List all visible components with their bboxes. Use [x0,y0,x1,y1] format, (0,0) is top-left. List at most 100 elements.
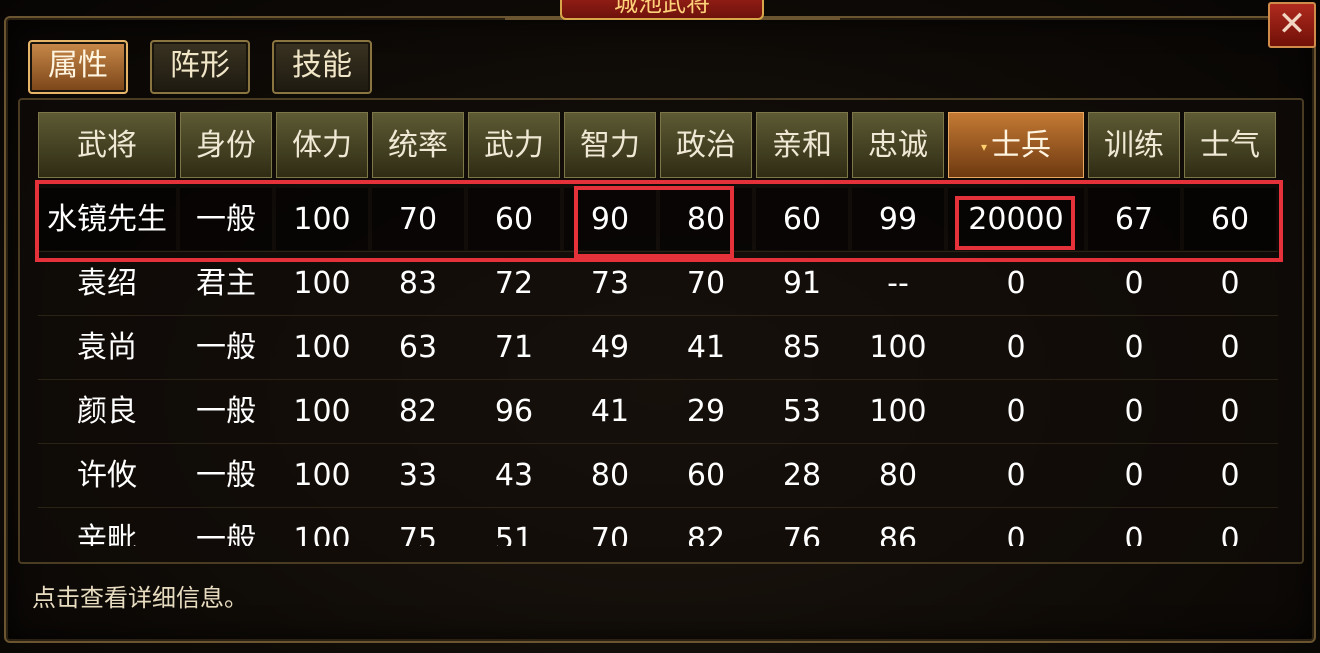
cell-identity: 君主 [196,266,256,301]
cell-stamina: 100 [293,522,351,546]
header-training[interactable]: 训练 [1088,112,1180,178]
table-row[interactable]: 袁绍 君主 100 83 72 73 70 91 -- 0 0 0 [38,252,1278,316]
cell-leadership: 75 [398,522,438,546]
tab-attributes[interactable]: 属性 [28,40,128,94]
hint-text: 点击查看详细信息。 [32,584,248,612]
tab-formation[interactable]: 阵形 [150,40,250,94]
cell-affinity: 76 [782,522,822,546]
header-force[interactable]: 武力 [468,112,560,178]
table-row[interactable]: 颜良 一般 100 82 96 41 29 53 100 0 0 0 [38,380,1278,444]
game-window: 城池武将 ✕ 属性 阵形 技能 武将 身份 体力 统率 武力 智力 政治 亲和 … [0,0,1320,653]
cell-stamina: 100 [293,458,351,493]
cell-loyalty: 80 [878,458,918,493]
cell-loyalty: 100 [869,394,927,429]
cell-leadership: 83 [398,266,438,301]
cell-morale: 0 [1220,458,1240,493]
cell-training: 0 [1124,330,1144,365]
header-identity[interactable]: 身份 [180,112,272,178]
window-title: 城池武将 [560,0,764,20]
cell-affinity: 53 [782,394,822,429]
cell-soldiers: 0 [1006,458,1026,493]
header-loyalty[interactable]: 忠诚 [852,112,944,178]
cell-leadership: 33 [398,458,438,493]
cell-loyalty: 99 [852,188,944,250]
header-politics[interactable]: 政治 [660,112,752,178]
cell-training: 0 [1124,266,1144,301]
cell-training: 0 [1124,522,1144,546]
table-row[interactable]: 许攸 一般 100 33 43 80 60 28 80 0 0 0 [38,444,1278,508]
cell-training: 0 [1124,394,1144,429]
cell-stamina: 100 [293,330,351,365]
header-soldiers[interactable]: ▾ 士兵 [948,112,1084,178]
table-row[interactable]: 袁尚 一般 100 63 71 49 41 85 100 0 0 0 [38,316,1278,380]
title-ornament-right [760,0,840,20]
cell-force: 96 [494,394,534,429]
cell-loyalty: 86 [878,522,918,546]
cell-soldiers: 0 [1006,330,1026,365]
cell-force: 43 [494,458,534,493]
cell-leadership: 82 [398,394,438,429]
cell-general: 辛毗 [77,522,137,546]
cell-general: 颜良 [77,394,137,429]
cell-intelligence: 41 [590,394,630,429]
cell-training: 67 [1088,188,1180,250]
cell-morale: 0 [1220,266,1240,301]
cell-intelligence: 90 [564,188,656,250]
tab-bar: 属性 阵形 技能 [28,40,372,94]
general-table: 武将 身份 体力 统率 武力 智力 政治 亲和 忠诚 ▾ 士兵 训练 士气 水镜先… [38,112,1278,546]
cell-intelligence: 73 [590,266,630,301]
close-icon: ✕ [1277,4,1307,44]
cell-soldiers: 0 [1006,522,1026,546]
header-leadership[interactable]: 统率 [372,112,464,178]
header-soldiers-label: 士兵 [991,128,1052,163]
cell-affinity: 85 [782,330,822,365]
cell-intelligence: 70 [590,522,630,546]
cell-politics: 60 [686,458,726,493]
cell-identity: 一般 [196,394,256,429]
cell-stamina: 100 [276,188,368,250]
cell-force: 71 [494,330,534,365]
tab-skills[interactable]: 技能 [272,40,372,94]
cell-loyalty: -- [887,266,909,301]
cell-politics: 41 [686,330,726,365]
close-button[interactable]: ✕ [1268,2,1316,48]
cell-politics: 80 [660,188,752,250]
header-general[interactable]: 武将 [38,112,176,178]
cell-identity: 一般 [196,458,256,493]
header-affinity[interactable]: 亲和 [756,112,848,178]
cell-intelligence: 49 [590,330,630,365]
cell-soldiers: 20000 [948,188,1084,250]
cell-identity: 一般 [180,188,272,250]
header-stamina[interactable]: 体力 [276,112,368,178]
cell-stamina: 100 [293,266,351,301]
cell-affinity: 60 [756,188,848,250]
table-row[interactable]: 水镜先生 一般 100 70 60 90 80 60 99 20000 67 60 [38,188,1278,252]
cell-identity: 一般 [196,522,256,546]
cell-general: 袁尚 [77,330,137,365]
cell-training: 0 [1124,458,1144,493]
cell-force: 60 [468,188,560,250]
cell-force: 72 [494,266,534,301]
cell-morale: 60 [1184,188,1276,250]
cell-soldiers: 0 [1006,266,1026,301]
cell-leadership: 63 [398,330,438,365]
cell-politics: 82 [686,522,726,546]
cell-affinity: 91 [782,266,822,301]
cell-intelligence: 80 [590,458,630,493]
cell-identity: 一般 [196,330,256,365]
cell-leadership: 70 [372,188,464,250]
cell-morale: 0 [1220,330,1240,365]
header-intelligence[interactable]: 智力 [564,112,656,178]
cell-affinity: 28 [782,458,822,493]
cell-soldiers: 0 [1006,394,1026,429]
sort-arrow-icon: ▾ [980,139,988,154]
cell-stamina: 100 [293,394,351,429]
cell-politics: 29 [686,394,726,429]
table-header: 武将 身份 体力 统率 武力 智力 政治 亲和 忠诚 ▾ 士兵 训练 士气 [38,112,1278,180]
cell-morale: 0 [1220,522,1240,546]
cell-morale: 0 [1220,394,1240,429]
header-morale[interactable]: 士气 [1184,112,1276,178]
table-row[interactable]: 辛毗 一般 100 75 51 70 82 76 86 0 0 0 [38,508,1278,546]
cell-force: 51 [494,522,534,546]
cell-politics: 70 [686,266,726,301]
